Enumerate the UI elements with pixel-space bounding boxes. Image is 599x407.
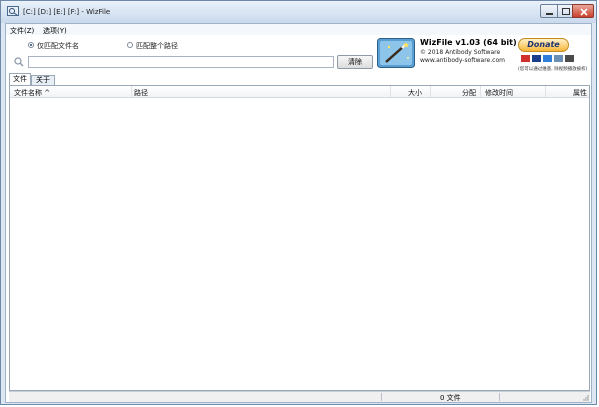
app-window: [C:] [D:] [E:] [F:] - WizFile 文件(Z) 选项(Y… — [0, 0, 597, 405]
close-icon — [580, 8, 588, 16]
donate-note: (您可以通过维基, 除视频播放被权) — [518, 67, 588, 72]
radio-match-fullpath[interactable] — [127, 42, 133, 48]
app-icon — [7, 6, 19, 16]
clear-button[interactable]: 清除 — [337, 55, 373, 69]
file-count-status: 0 文件 — [440, 394, 461, 402]
column-header-modified[interactable]: 修改时间 — [485, 88, 513, 98]
column-divider[interactable] — [390, 86, 391, 97]
column-header-allocated[interactable]: 分配 — [462, 88, 476, 98]
menu-bar: 文件(Z) 选项(Y) — [6, 24, 591, 35]
radio-match-filename-label[interactable]: 仅匹配文件名 — [37, 41, 79, 51]
status-bar: 0 文件 — [9, 391, 590, 402]
radio-match-filename[interactable] — [28, 42, 34, 48]
resize-grip-icon[interactable] — [582, 394, 589, 401]
file-list[interactable]: 文件名称 ^ 路径 大小 分配 修改时间 属性 — [9, 85, 590, 391]
close-button[interactable] — [572, 4, 594, 18]
wizard-wand-logo — [377, 38, 415, 68]
app-version-title: WizFile v1.03 (64 bit) — [420, 38, 517, 47]
menu-file[interactable]: 文件(Z) — [10, 26, 34, 36]
menu-options[interactable]: 选项(Y) — [43, 26, 67, 36]
column-divider[interactable] — [480, 86, 481, 97]
client-area: 文件(Z) 选项(Y) 仅匹配文件名 匹配整个路径 清除 WizFile v1.… — [5, 23, 592, 403]
column-header-attributes[interactable]: 属性 — [573, 88, 587, 98]
column-header-size[interactable]: 大小 — [408, 88, 422, 98]
column-divider[interactable] — [545, 86, 546, 97]
column-header-name[interactable]: 文件名称 ^ — [14, 88, 50, 98]
column-divider[interactable] — [131, 86, 132, 97]
payment-cards-icon — [521, 55, 574, 62]
copyright-text: © 2018 Antibody Software — [420, 49, 501, 56]
search-icon — [14, 57, 24, 67]
donate-button[interactable]: Donate — [518, 38, 569, 52]
radio-match-fullpath-label[interactable]: 匹配整个路径 — [136, 41, 178, 51]
column-header-row: 文件名称 ^ 路径 大小 分配 修改时间 属性 — [10, 86, 589, 98]
tab-about[interactable]: 关于 — [31, 75, 55, 85]
minimize-button[interactable] — [540, 4, 558, 18]
status-divider — [381, 393, 382, 401]
status-divider — [499, 393, 500, 401]
title-bar[interactable]: [C:] [D:] [E:] [F:] - WizFile — [1, 1, 596, 23]
column-header-path[interactable]: 路径 — [134, 88, 148, 98]
column-divider[interactable] — [430, 86, 431, 97]
search-input[interactable] — [28, 56, 334, 68]
website-link[interactable]: www.antibody-software.com — [420, 57, 505, 64]
window-title: [C:] [D:] [E:] [F:] - WizFile — [23, 8, 111, 16]
maximize-button[interactable] — [557, 4, 573, 18]
